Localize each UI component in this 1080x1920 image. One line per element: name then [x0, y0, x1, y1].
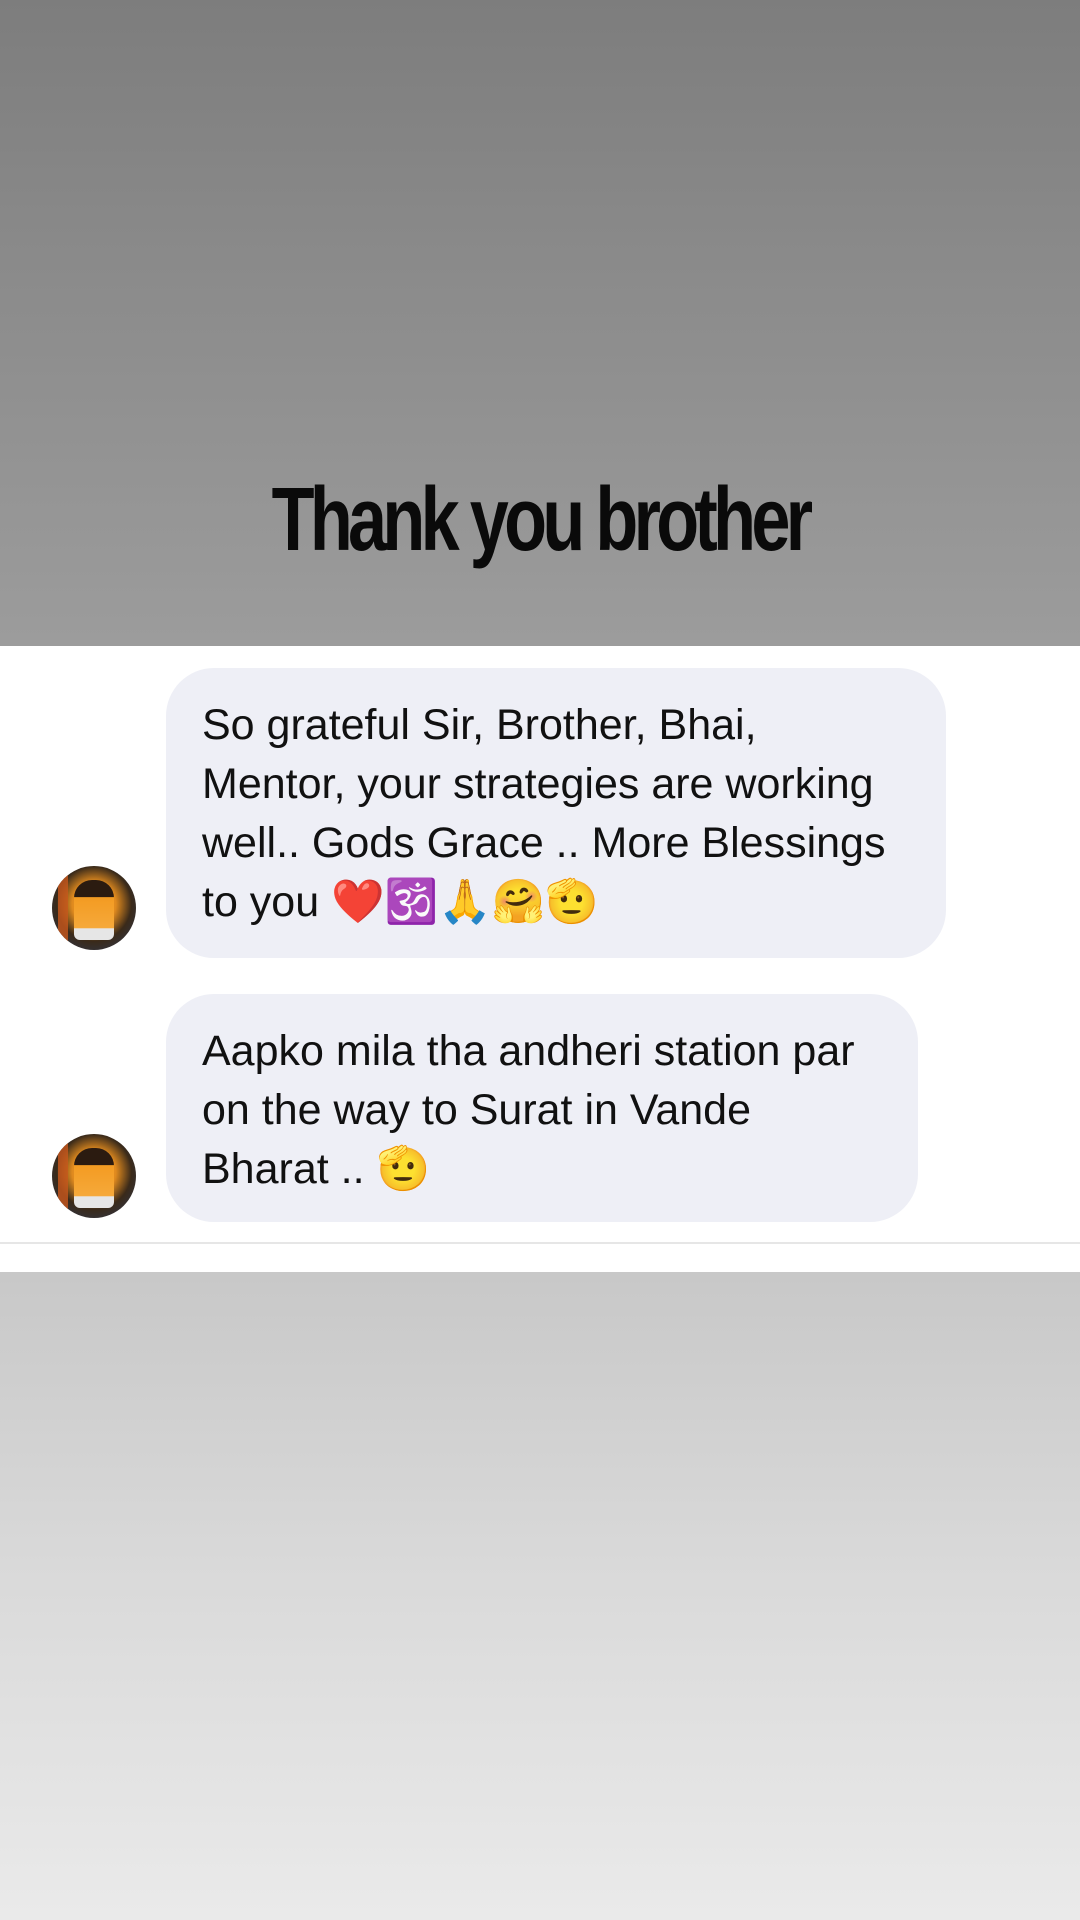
message-bubble[interactable]: Aapko mila tha andheri station par on th…: [166, 994, 918, 1222]
message-emojis: ❤️🕉️🙏🤗🫡: [331, 877, 599, 927]
message-bubble[interactable]: So grateful Sir, Brother, Bhai, Mentor, …: [166, 668, 946, 958]
avatar[interactable]: [52, 866, 136, 950]
spacer: [0, 1244, 1080, 1272]
story-caption: Thank you brother: [271, 470, 813, 570]
background-bottom: [0, 1272, 1080, 1920]
message-emojis: 🫡: [376, 1144, 431, 1194]
message-text: Aapko mila tha andheri station par on th…: [202, 1027, 855, 1193]
avatar[interactable]: [52, 1134, 136, 1218]
chat-thread: So grateful Sir, Brother, Bhai, Mentor, …: [0, 646, 1080, 1242]
